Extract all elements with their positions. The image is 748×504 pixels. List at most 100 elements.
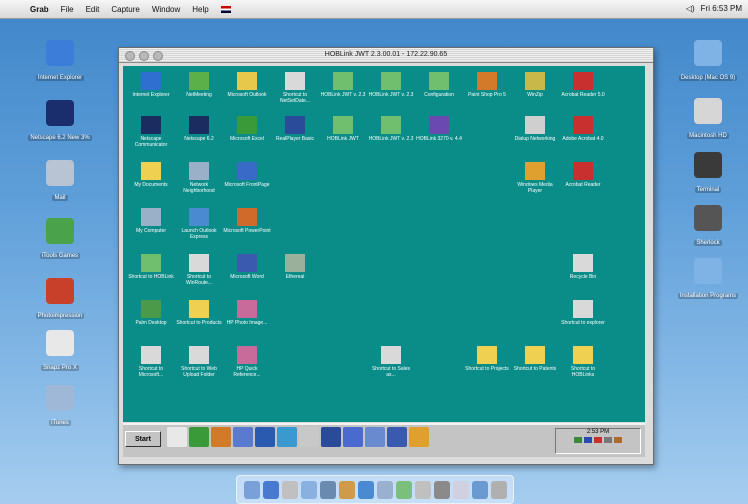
windows-desktop-icon[interactable]: My Computer bbox=[127, 208, 175, 234]
quick-launch-icon[interactable] bbox=[233, 427, 253, 447]
quick-launch-icon[interactable] bbox=[321, 427, 341, 447]
menu-capture[interactable]: Capture bbox=[111, 5, 139, 14]
dock-app-icon[interactable] bbox=[262, 480, 279, 499]
quick-launch-icon[interactable] bbox=[387, 427, 407, 447]
windows-desktop-icon[interactable]: Shortcut to Products bbox=[175, 300, 223, 326]
quick-launch-icon[interactable] bbox=[409, 427, 429, 447]
windows-desktop-icon[interactable]: HP Quick Reference... bbox=[223, 346, 271, 378]
dock-app-icon[interactable] bbox=[357, 480, 374, 499]
windows-desktop-icon[interactable]: Microsoft Outlook bbox=[223, 72, 271, 98]
windows-desktop-icon[interactable]: Dialup Networking bbox=[511, 116, 559, 142]
dock-app-icon[interactable] bbox=[319, 480, 336, 499]
windows-desktop-icon[interactable]: HOBLink JWT v. 2.3 bbox=[367, 116, 415, 142]
quick-launch-icon[interactable] bbox=[343, 427, 363, 447]
vnc-window[interactable]: HOBLink JWT 2.3.00.01 - 172.22.90.65 Int… bbox=[118, 47, 654, 465]
windows-desktop-icon[interactable]: Network Neighborhood bbox=[175, 162, 223, 194]
quick-launch-icon[interactable] bbox=[277, 427, 297, 447]
volume-tray-icon[interactable] bbox=[584, 437, 592, 443]
windows-desktop-icon[interactable]: HOBLink JWT v. 2.3 bbox=[319, 72, 367, 98]
menubar-clock[interactable]: Fri 6:53 PM bbox=[701, 4, 742, 13]
dock-app-icon[interactable] bbox=[281, 480, 298, 499]
desktop-icon[interactable]: Desktop (Mac OS 9) bbox=[668, 40, 748, 84]
quick-launch-icon[interactable] bbox=[167, 427, 187, 447]
windows-desktop-icon[interactable]: Shortcut to explorer bbox=[559, 300, 607, 326]
desktop-icon[interactable]: iTools Games bbox=[20, 218, 100, 262]
windows-desktop-icon[interactable]: Shortcut to HOBLinks bbox=[559, 346, 607, 378]
windows-desktop-icon[interactable]: Internet Explorer bbox=[127, 72, 175, 98]
windows-desktop-icon[interactable]: Shortcut to HOBLink bbox=[127, 254, 175, 280]
windows-desktop-icon[interactable]: Ethereal bbox=[271, 254, 319, 280]
menu-edit[interactable]: Edit bbox=[86, 5, 100, 14]
dock-app-icon[interactable] bbox=[471, 480, 488, 499]
desktop-icon[interactable]: Terminal bbox=[668, 152, 748, 196]
windows-desktop-icon[interactable]: Acrobat Reader 5.0 bbox=[559, 72, 607, 98]
desktop-icon[interactable]: Sherlock bbox=[668, 205, 748, 249]
windows-desktop-icon[interactable]: Microsoft FrontPage bbox=[223, 162, 271, 188]
menu-file[interactable]: File bbox=[61, 5, 74, 14]
windows-desktop-icon[interactable]: Shortcut to Microsoft... bbox=[127, 346, 175, 378]
dock-app-icon[interactable] bbox=[395, 480, 412, 499]
windows-desktop-icon[interactable]: Palm Desktop bbox=[127, 300, 175, 326]
quick-launch-icon[interactable] bbox=[189, 427, 209, 447]
windows-desktop-icon[interactable]: Microsoft Word bbox=[223, 254, 271, 280]
windows-desktop-icon[interactable]: Netscape Communicator bbox=[127, 116, 175, 148]
volume-icon[interactable]: ◁) bbox=[686, 4, 695, 13]
windows-desktop-icon[interactable]: HP Photo Image... bbox=[223, 300, 271, 326]
start-button[interactable]: Start bbox=[125, 431, 161, 447]
display-tray-icon[interactable] bbox=[604, 437, 612, 443]
windows-desktop-icon[interactable]: RealPlayer Basic bbox=[271, 116, 319, 142]
desktop-icon[interactable]: Internet Explorer bbox=[20, 40, 100, 84]
menu-window[interactable]: Window bbox=[152, 5, 180, 14]
dock-app-icon[interactable] bbox=[338, 480, 355, 499]
tray-clock[interactable]: 2:53 PM bbox=[556, 429, 640, 435]
windows-desktop-icon[interactable]: My Documents bbox=[127, 162, 175, 188]
windows-desktop-icon[interactable]: Shortcut to NetSetDate... bbox=[271, 72, 319, 104]
desktop-icon[interactable]: Installation Programs bbox=[668, 258, 748, 302]
dock-app-icon[interactable] bbox=[433, 480, 450, 499]
desktop-icon[interactable]: Macintosh HD bbox=[668, 98, 748, 142]
dock-app-icon[interactable] bbox=[376, 480, 393, 499]
windows-desktop-icon[interactable]: Paint Shop Pro 5 bbox=[463, 72, 511, 98]
dock-app-icon[interactable] bbox=[490, 480, 507, 499]
misc-tray-icon[interactable] bbox=[614, 437, 622, 443]
windows-desktop-icon[interactable]: Adobe Acrobat 4.0 bbox=[559, 116, 607, 142]
windows-desktop-icon[interactable]: HOBLink JWT v. 2.3 bbox=[367, 72, 415, 98]
desktop-icon[interactable]: Snapz Pro X bbox=[20, 330, 100, 374]
quick-launch-icon[interactable] bbox=[255, 427, 275, 447]
dock-app-icon[interactable] bbox=[243, 480, 260, 499]
dock-app-icon[interactable] bbox=[414, 480, 431, 499]
desktop-icon[interactable]: iTunes bbox=[20, 385, 100, 429]
antivirus-tray-icon[interactable] bbox=[594, 437, 602, 443]
windows-desktop-icon[interactable]: WinZip bbox=[511, 72, 559, 98]
windows-desktop-icon[interactable]: Microsoft Excel bbox=[223, 116, 271, 142]
windows-desktop-icon[interactable]: Recycle Bin bbox=[559, 254, 607, 280]
dock-app-icon[interactable] bbox=[452, 480, 469, 499]
vnc-titlebar[interactable]: HOBLink JWT 2.3.00.01 - 172.22.90.65 bbox=[119, 48, 653, 63]
windows-desktop-icon[interactable]: Netscape 6.2 bbox=[175, 116, 223, 142]
network-tray-icon[interactable] bbox=[574, 437, 582, 443]
windows-desktop-icon[interactable]: Configuration bbox=[415, 72, 463, 98]
windows-icon-label: Internet Explorer bbox=[132, 92, 170, 98]
windows-desktop-icon[interactable]: Shortcut to Sales as... bbox=[367, 346, 415, 378]
desktop-icon[interactable]: Mail bbox=[20, 160, 100, 204]
windows-desktop-icon[interactable]: Launch Outlook Express bbox=[175, 208, 223, 240]
windows-desktop-icon[interactable]: Shortcut to WinRoute... bbox=[175, 254, 223, 286]
language-flag-icon[interactable] bbox=[220, 5, 231, 13]
windows-desktop-icon[interactable]: Shortcut to Web Upload Folder bbox=[175, 346, 223, 378]
windows-desktop-icon[interactable]: Shortcut to Projects bbox=[463, 346, 511, 372]
windows-desktop-icon[interactable]: HOBLink JWT bbox=[319, 116, 367, 142]
quick-launch-icon[interactable] bbox=[211, 427, 231, 447]
quick-launch-icon[interactable] bbox=[299, 427, 319, 447]
menu-help[interactable]: Help bbox=[192, 5, 208, 14]
windows-desktop-icon[interactable]: HOBLink 3270 v. 4.4 bbox=[415, 116, 463, 142]
menu-app-grab[interactable]: Grab bbox=[30, 5, 49, 14]
windows-desktop-icon[interactable]: Microsoft PowerPoint bbox=[223, 208, 271, 234]
dock-app-icon[interactable] bbox=[300, 480, 317, 499]
windows-desktop-icon[interactable]: Acrobat Reader bbox=[559, 162, 607, 188]
windows-desktop-icon[interactable]: NetMeeting bbox=[175, 72, 223, 98]
desktop-icon[interactable]: Photoimpression bbox=[20, 278, 100, 322]
windows-desktop-icon[interactable]: Shortcut to Patents bbox=[511, 346, 559, 372]
windows-desktop-icon[interactable]: Windows Media Player bbox=[511, 162, 559, 194]
quick-launch-icon[interactable] bbox=[365, 427, 385, 447]
desktop-icon[interactable]: Netscape 6.2 New 3% bbox=[20, 100, 100, 144]
